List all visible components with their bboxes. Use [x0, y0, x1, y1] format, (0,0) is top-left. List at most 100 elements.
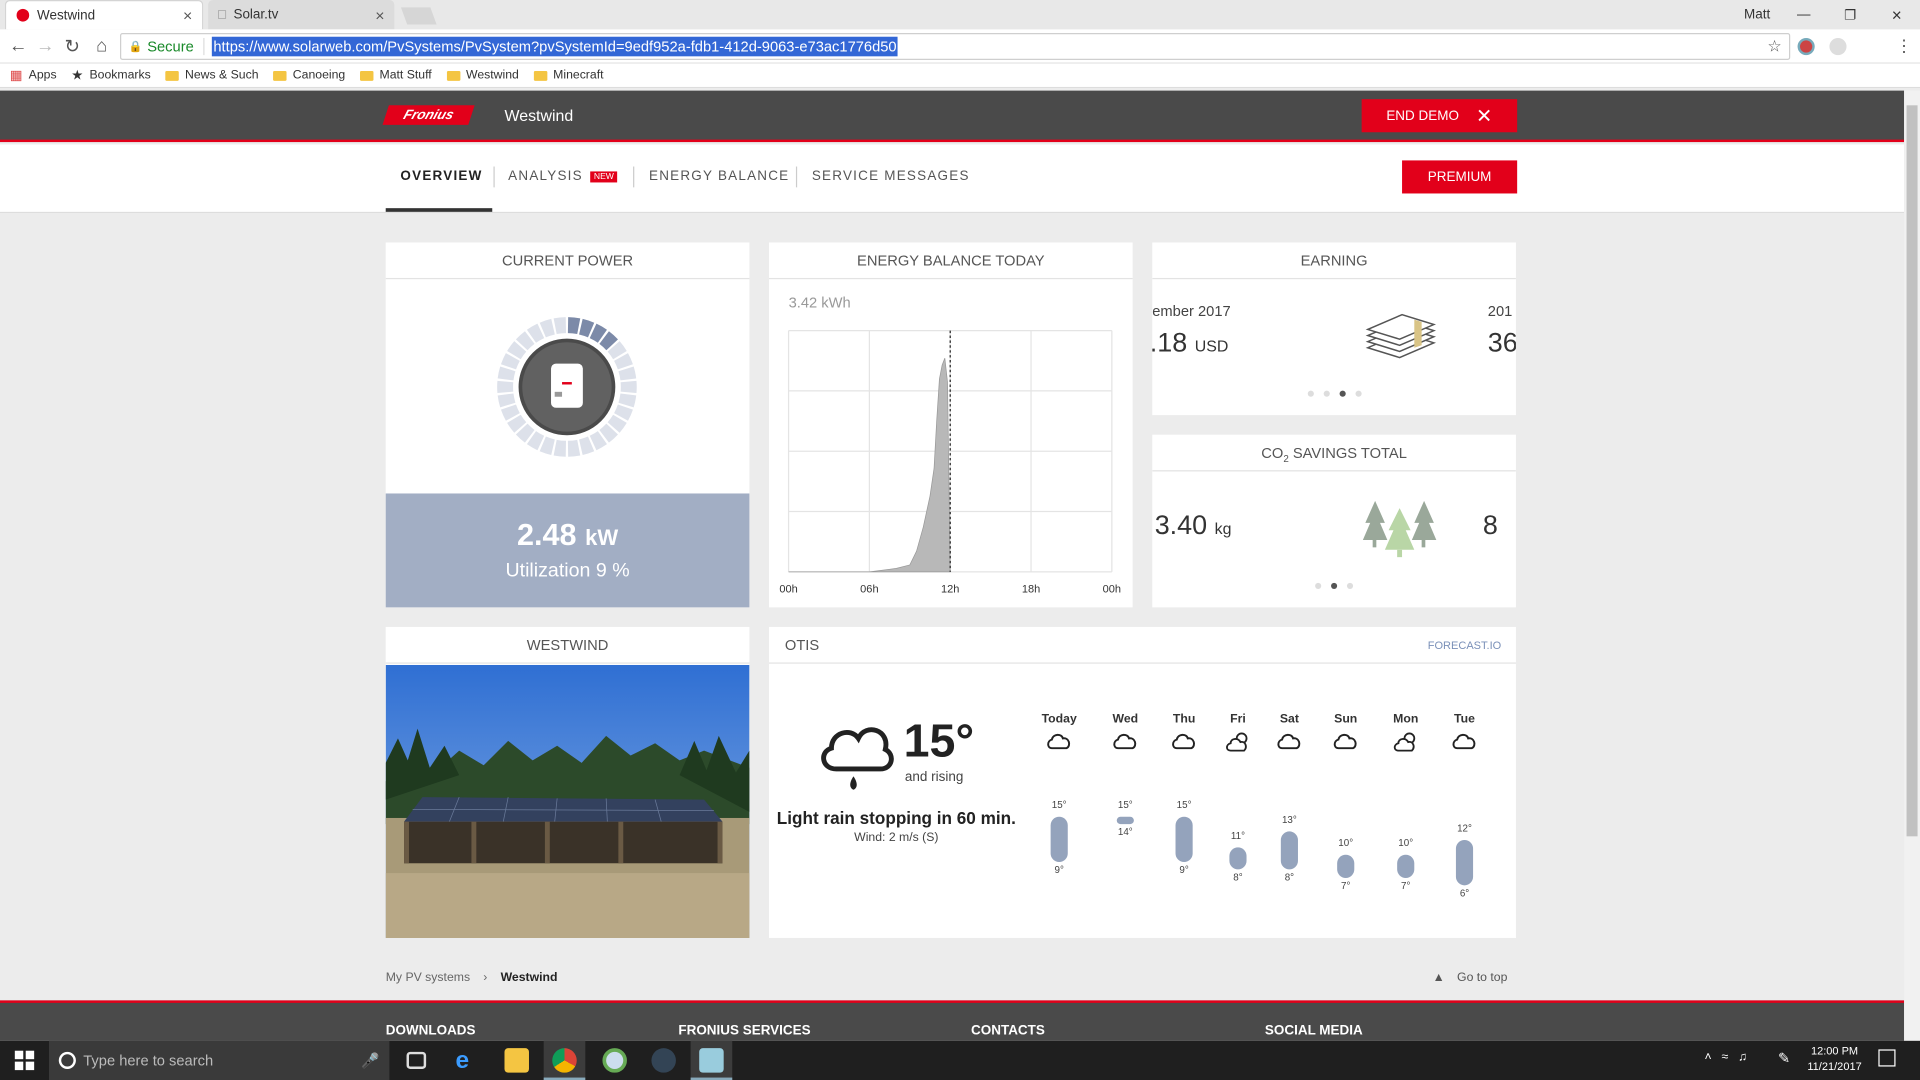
url-text[interactable]: https://www.solarweb.com/PvSystems/PvSys… — [212, 36, 898, 57]
restore-icon[interactable]: ❐ — [1827, 7, 1874, 23]
pen-icon[interactable]: ✎ — [1778, 1049, 1790, 1066]
star-icon[interactable]: ☆ — [1767, 37, 1781, 57]
bookmark-apps[interactable]: ▦ Apps — [10, 67, 57, 84]
breadcrumb-root[interactable]: My PV systems — [386, 971, 470, 984]
gauge-segment — [553, 317, 567, 335]
system-photo[interactable] — [385, 664, 750, 938]
card-title: CURRENT POWER — [385, 242, 750, 280]
microphone-icon[interactable]: 🎤 — [361, 1052, 379, 1069]
cloud-icon — [1333, 733, 1357, 750]
taskbar-clock[interactable]: 12:00 PM 11/21/2017 — [1807, 1043, 1861, 1075]
bookmark-canoeing[interactable]: Canoeing — [273, 69, 345, 82]
browser-tab-solar[interactable]: □ Solar.tv × — [208, 0, 395, 30]
carousel-dots[interactable] — [1152, 582, 1516, 589]
bookmark-bookmarks[interactable]: ★ Bookmarks — [71, 67, 150, 84]
reload-icon[interactable]: ↻ — [61, 36, 83, 58]
bookmark-westwind[interactable]: Westwind — [446, 69, 519, 82]
x-tick-label: 00h — [1103, 584, 1121, 596]
footer-social-media[interactable]: SOCIAL MEDIA — [1265, 1024, 1363, 1039]
rain-cloud-icon — [821, 727, 894, 790]
windows-start-icon[interactable] — [14, 1050, 35, 1071]
forward-arrow-icon[interactable]: → — [34, 36, 56, 57]
go-to-top-link[interactable]: ▲ Go to top — [1433, 971, 1508, 984]
cloud-icon — [1113, 733, 1137, 750]
app-icon[interactable] — [602, 1048, 627, 1073]
taskbar-search-box[interactable]: Type here to search 🎤 — [48, 1040, 390, 1080]
forecast-high: 12° — [1457, 822, 1472, 834]
folder-icon — [533, 70, 548, 81]
forecast-temp-bar — [1116, 816, 1134, 825]
weather-summary: Light rain stopping in 60 min. — [776, 808, 1016, 828]
tab-overview[interactable]: OVERVIEW — [400, 169, 482, 184]
x-tick-label: 12h — [941, 584, 959, 596]
gauge-segment — [567, 317, 581, 335]
home-icon[interactable]: ⌂ — [91, 36, 113, 57]
earning-period-label: ember 2017 — [1152, 302, 1231, 320]
forecast-day-label: Wed — [1112, 712, 1139, 727]
nav-divider — [795, 166, 798, 188]
forecast-day-label: Sun — [1334, 712, 1358, 727]
forecast-day-label: Mon — [1393, 712, 1419, 727]
profile-name[interactable]: Matt — [1734, 7, 1781, 22]
forecast-low: 6° — [1459, 887, 1470, 899]
bookmark-matt-stuff[interactable]: Matt Stuff — [359, 69, 432, 82]
extension-icon[interactable] — [1797, 37, 1815, 56]
site-header — [0, 90, 1905, 143]
end-demo-button[interactable]: END DEMO ✕ — [1361, 99, 1518, 133]
page-icon: □ — [217, 7, 227, 23]
forecast-io-link[interactable]: FORECAST.IO — [1428, 639, 1501, 651]
secure-indicator[interactable]: 🔒 Secure — [121, 37, 205, 56]
tab-energy-balance[interactable]: ENERGY BALANCE — [649, 169, 789, 184]
forecast-temp-bar — [1280, 831, 1298, 870]
card-title: EARNING — [1152, 242, 1516, 280]
earning-value: .18 USD — [1152, 326, 1229, 358]
scrollbar-thumb[interactable] — [1906, 105, 1918, 837]
notifications-icon[interactable] — [1878, 1049, 1896, 1067]
extension-icon[interactable] — [1829, 37, 1847, 56]
wind-info: Wind: 2 m/s (S) — [854, 831, 939, 845]
system-tray[interactable]: ˄≈♫ — [1705, 1051, 1757, 1064]
close-tab-icon[interactable]: × — [183, 6, 192, 24]
task-view-icon[interactable] — [406, 1051, 427, 1069]
footer-fronius-services[interactable]: FRONIUS SERVICES — [678, 1024, 810, 1039]
forecast-day-label: Today — [1041, 712, 1077, 727]
bookmark-minecraft[interactable]: Minecraft — [533, 69, 604, 82]
minimize-icon[interactable]: — — [1780, 7, 1827, 22]
premium-button[interactable]: PREMIUM — [1402, 160, 1518, 194]
file-explorer-icon[interactable] — [504, 1048, 529, 1073]
weather-location: OTIS — [784, 636, 820, 654]
forecast-temp-bar — [1175, 816, 1193, 863]
gauge-segment — [567, 439, 581, 457]
footer-downloads[interactable]: DOWNLOADS — [386, 1024, 476, 1039]
close-window-icon[interactable]: × — [1873, 5, 1920, 25]
tab-service-messages[interactable]: SERVICE MESSAGES — [812, 169, 970, 184]
back-arrow-icon[interactable]: ← — [7, 36, 29, 57]
folder-icon — [359, 70, 374, 81]
steam-icon[interactable] — [651, 1048, 676, 1073]
carousel-dots[interactable] — [1152, 390, 1516, 397]
browser-tab-westwind[interactable]: ⬤ Westwind × — [4, 0, 204, 30]
address-bar[interactable]: 🔒 Secure https://www.solarweb.com/PvSyste… — [120, 33, 1791, 61]
tab-label: Westwind — [36, 7, 96, 23]
fronius-logo[interactable]: Fronius — [382, 105, 475, 125]
edge-icon[interactable]: e — [456, 1048, 480, 1072]
forecast-day-label: Thu — [1172, 712, 1196, 727]
forecast-high: 10° — [1338, 837, 1354, 849]
forecast-temp-bar — [1229, 847, 1247, 870]
partly-cloudy-icon — [1226, 732, 1248, 752]
new-tab-button[interactable] — [400, 7, 437, 25]
x-tick-label: 00h — [779, 584, 797, 596]
tab-label: Solar.tv — [233, 7, 279, 23]
forecast-low: 9° — [1054, 864, 1064, 876]
footer-contacts[interactable]: CONTACTS — [971, 1024, 1045, 1039]
site-footer — [0, 1000, 1905, 1041]
close-tab-icon[interactable]: × — [375, 6, 384, 24]
chrome-icon — [552, 1048, 577, 1073]
bookmark-news[interactable]: News & Such — [165, 69, 259, 82]
menu-dots-icon[interactable]: ⋮ — [1896, 36, 1913, 57]
gauge-segment — [620, 380, 637, 394]
forecast-high: 10° — [1398, 837, 1414, 849]
energy-balance-chart[interactable]: 00h 06h 12h 18h 00h — [771, 321, 1126, 603]
tab-analysis[interactable]: ANALYSIS NEW — [508, 169, 618, 184]
breadcrumb-current: Westwind — [500, 971, 558, 985]
